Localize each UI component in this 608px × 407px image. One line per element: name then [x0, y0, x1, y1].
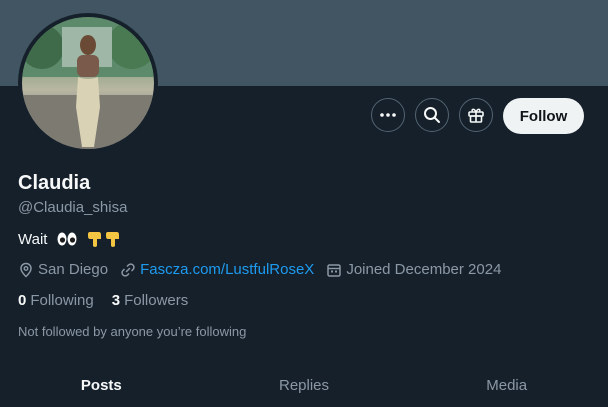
website: Fascza.com/LustfulRoseX	[120, 261, 314, 278]
location-pin-icon	[20, 262, 32, 278]
followers-stat[interactable]: 3 Followers	[112, 292, 189, 309]
profile-tabs: Posts Replies Media	[0, 362, 608, 407]
link-icon	[121, 262, 135, 277]
more-icon	[380, 113, 396, 117]
profile-name: Claudia	[18, 172, 91, 194]
pointing-down-emoji-icon	[105, 230, 121, 248]
join-date: Joined December 2024	[326, 261, 501, 278]
bio-text: Wait	[18, 230, 48, 248]
more-button[interactable]	[371, 98, 405, 132]
gift-icon	[468, 108, 484, 123]
profile-handle: @Claudia_shisa	[18, 199, 128, 216]
gift-button[interactable]	[459, 98, 493, 132]
following-stat[interactable]: 0 Following	[18, 292, 94, 309]
following-count: 0	[18, 292, 27, 309]
tab-media[interactable]: Media	[405, 362, 608, 407]
followers-count: 3	[111, 292, 121, 309]
join-date-text: Joined December 2024	[346, 261, 502, 278]
website-link[interactable]: Fascza.com/LustfulRoseX	[140, 261, 314, 278]
location-text: San Diego	[38, 261, 109, 278]
tab-replies[interactable]: Replies	[203, 362, 406, 407]
avatar-frame	[18, 13, 158, 153]
follow-stats: 0 Following 3 Followers	[18, 292, 206, 309]
location: San Diego	[18, 261, 108, 278]
followers-label: Followers	[124, 292, 189, 309]
search-icon	[424, 107, 440, 123]
avatar-photo-icon	[22, 17, 154, 149]
calendar-icon	[327, 263, 342, 277]
eyes-emoji-icon	[57, 231, 77, 247]
profile-meta: San Diego Fascza.com/LustfulRoseX Joined…	[18, 261, 513, 278]
tab-posts[interactable]: Posts	[0, 362, 203, 407]
not-followed-notice: Not followed by anyone you’re following	[18, 324, 247, 339]
following-label: Following	[30, 292, 94, 309]
pointing-down-emoji-icon	[87, 230, 103, 248]
follow-button[interactable]: Follow	[503, 98, 584, 134]
profile-bio: Wait	[18, 230, 121, 248]
avatar[interactable]	[22, 17, 154, 149]
search-button[interactable]	[415, 98, 449, 132]
